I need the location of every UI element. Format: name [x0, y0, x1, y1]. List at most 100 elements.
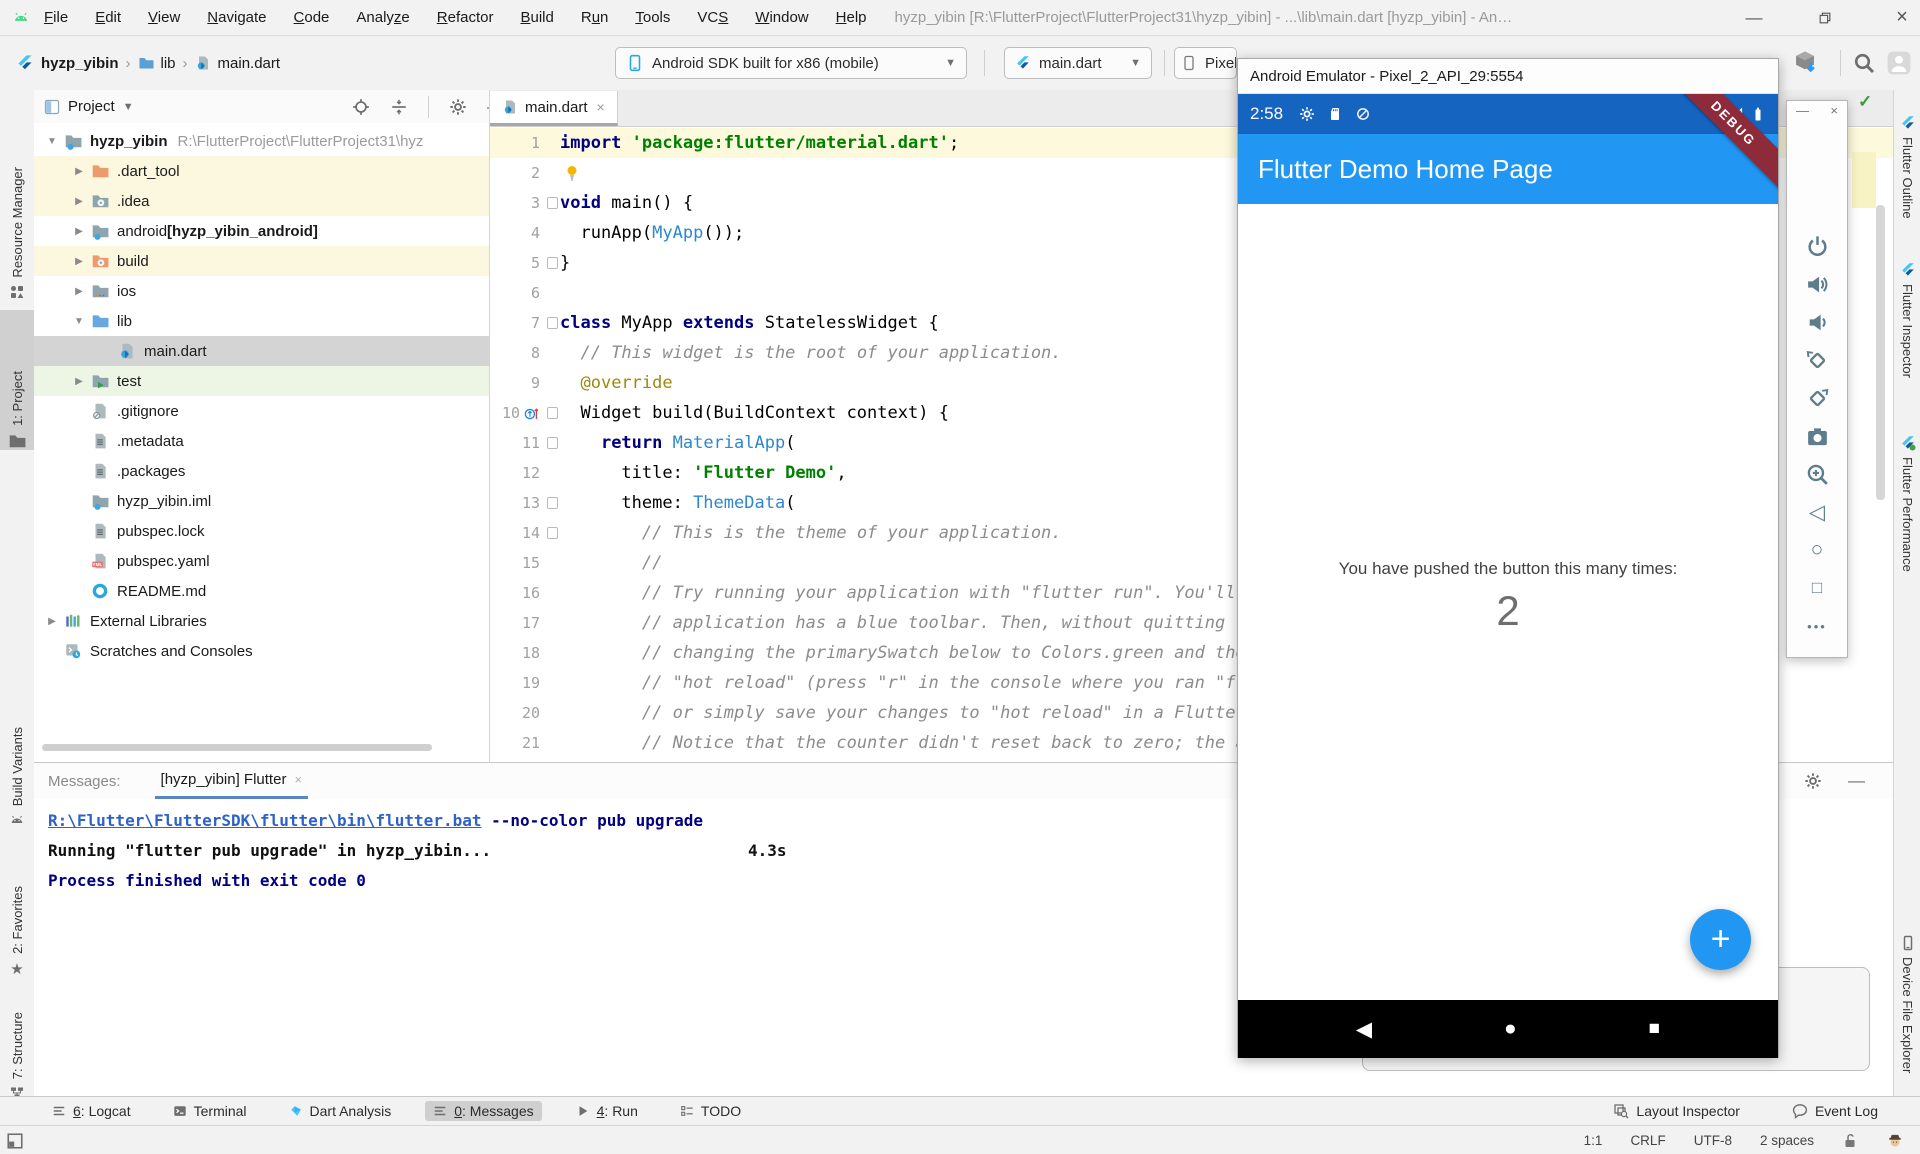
tree-row-test[interactable]: ▶test: [34, 366, 490, 396]
emulator-overview-button[interactable]: □: [1787, 571, 1847, 605]
unlock-icon[interactable]: [1842, 1133, 1858, 1149]
horizontal-scrollbar[interactable]: [42, 744, 432, 751]
chevron-collapsed-icon[interactable]: ▶: [67, 166, 91, 177]
tool-tab-dart-analysis[interactable]: Dart Analysis: [281, 1101, 400, 1121]
chevron-expanded-icon[interactable]: ▼: [67, 316, 91, 327]
breadcrumb-file[interactable]: main.dart: [218, 55, 281, 72]
close-tab-icon[interactable]: ×: [294, 772, 302, 787]
emulator-title-bar[interactable]: Android Emulator - Pixel_2_API_29:5554: [1238, 59, 1778, 94]
tree-row-hyzp-yibin[interactable]: ▼hyzp_yibinR:\FlutterProject\FlutterProj…: [34, 126, 490, 156]
sidebar-item-flutter-performance[interactable]: Flutter Performance: [1894, 435, 1920, 607]
code-fold-marker[interactable]: [544, 437, 560, 449]
menu-code[interactable]: Code: [294, 9, 330, 26]
close-panel-icon[interactable]: ×: [1830, 103, 1838, 118]
tool-tab-4-run[interactable]: 4: Run: [568, 1101, 646, 1121]
code-fold-marker[interactable]: [544, 497, 560, 509]
tree-row-build[interactable]: ▶build: [34, 246, 490, 276]
emulator-home-button[interactable]: ○: [1787, 533, 1847, 567]
tree-row-hyzp-yibin-iml[interactable]: hyzp_yibin.iml: [34, 486, 490, 516]
sidebar-item-device-file-explorer[interactable]: Device File Explorer: [1894, 935, 1920, 1093]
sidebar-item-build-variants[interactable]: Build Variants: [0, 656, 34, 828]
sidebar-item-flutter-outline[interactable]: Flutter Outline: [1894, 115, 1920, 245]
breadcrumb-project[interactable]: hyzp_yibin: [41, 55, 119, 72]
tree-row--dart-tool[interactable]: ▶.dart_tool: [34, 156, 490, 186]
emulator-camera-button[interactable]: [1787, 419, 1847, 453]
override-method-icon[interactable]: [523, 405, 540, 422]
tree-row-pubspec-yaml[interactable]: YMLpubspec.yaml: [34, 546, 490, 576]
tree-row-pubspec-lock[interactable]: pubspec.lock: [34, 516, 490, 546]
sidebar-item-2-favorites[interactable]: 2: Favorites★: [0, 836, 34, 978]
code-fold-marker[interactable]: [544, 527, 560, 539]
menu-view[interactable]: View: [148, 9, 180, 26]
messages-tab[interactable]: [hyzp_yibin] Flutter ×: [155, 763, 308, 799]
menu-edit[interactable]: Edit: [95, 9, 121, 26]
chevron-collapsed-icon[interactable]: ▶: [67, 256, 91, 267]
close-window-icon[interactable]: ×: [1892, 6, 1912, 29]
minimize-panel-icon[interactable]: —: [1796, 103, 1809, 118]
chevron-collapsed-icon[interactable]: ▶: [67, 376, 91, 387]
sidebar-item-resource-manager[interactable]: Resource Manager: [0, 95, 34, 300]
tool-window-switcher-icon[interactable]: [6, 1132, 24, 1150]
tool-tab-todo[interactable]: TODO: [672, 1101, 749, 1121]
tree-row-main-dart[interactable]: main.dart: [34, 336, 490, 366]
maximize-window-icon[interactable]: [1818, 11, 1838, 25]
breadcrumb-lib[interactable]: lib: [161, 55, 176, 72]
menu-refactor[interactable]: Refactor: [437, 9, 494, 26]
chevron-collapsed-icon[interactable]: ▶: [67, 226, 91, 237]
status-1-1[interactable]: 1:1: [1584, 1133, 1603, 1148]
search-icon[interactable]: [1852, 51, 1876, 75]
tree-row--gitignore[interactable]: .gitignore: [34, 396, 490, 426]
menu-analyze[interactable]: Analyze: [356, 9, 409, 26]
code-fold-marker[interactable]: [544, 197, 560, 209]
editor-tab-main-dart[interactable]: main.dart ×: [490, 91, 618, 126]
tree-row--metadata[interactable]: .metadata: [34, 426, 490, 456]
chevron-collapsed-icon[interactable]: ▶: [67, 286, 91, 297]
editor-scrollbar[interactable]: [1876, 205, 1885, 500]
menu-build[interactable]: Build: [520, 9, 553, 26]
tool-tab-terminal[interactable]: Terminal: [165, 1101, 255, 1121]
profile-avatar[interactable]: [1886, 50, 1912, 76]
emulator-back-button[interactable]: ◁: [1787, 495, 1847, 529]
chevron-down-icon[interactable]: ▼: [123, 101, 134, 113]
device-selector[interactable]: Android SDK built for x86 (mobile) ▼: [615, 47, 967, 79]
tool-tab-6-logcat[interactable]: 6: Logcat: [44, 1101, 139, 1121]
code-fold-marker[interactable]: [544, 317, 560, 329]
code-fold-marker[interactable]: [544, 257, 560, 269]
emulator-rotate-left-button[interactable]: [1787, 343, 1847, 377]
menu-navigate[interactable]: Navigate: [207, 9, 266, 26]
emulator-more-button[interactable]: •••: [1787, 609, 1847, 643]
nav-home-button[interactable]: ●: [1504, 1017, 1517, 1041]
emulator-volume-up-button[interactable]: [1787, 267, 1847, 301]
tree-row-scratches-and-consoles[interactable]: Scratches and Consoles: [34, 636, 490, 666]
sidebar-item-7-structure[interactable]: 7: Structure: [0, 983, 34, 1096]
tree-row-android[interactable]: ▶android [hyzp_yibin_android]: [34, 216, 490, 246]
emulator-volume-down-button[interactable]: [1787, 305, 1847, 339]
minimize-window-icon[interactable]: —: [1744, 8, 1764, 28]
tree-row-ios[interactable]: ▶ios: [34, 276, 490, 306]
status-2-spaces[interactable]: 2 spaces: [1760, 1133, 1814, 1148]
emulator-screen[interactable]: 2:58 Flutter Demo Home Page You have pus…: [1238, 94, 1778, 1058]
menu-tools[interactable]: Tools: [635, 9, 670, 26]
intention-bulb-icon[interactable]: [564, 164, 580, 182]
nav-back-button[interactable]: ◀: [1356, 1017, 1372, 1042]
run-config-selector[interactable]: main.dart ▼: [1004, 47, 1152, 79]
tree-row--packages[interactable]: .packages: [34, 456, 490, 486]
tree-row-readme-md[interactable]: README.md: [34, 576, 490, 606]
status-utf-8[interactable]: UTF-8: [1694, 1133, 1732, 1148]
menu-window[interactable]: Window: [755, 9, 808, 26]
menu-vcs[interactable]: VCS: [697, 9, 728, 26]
gear-icon[interactable]: [449, 98, 467, 116]
tool-tab-event-log[interactable]: Event Log: [1784, 1101, 1886, 1121]
chevron-expanded-icon[interactable]: ▼: [40, 136, 64, 147]
sidebar-item-1-project[interactable]: 1: Project: [0, 310, 34, 450]
emulator-power-button[interactable]: [1787, 229, 1847, 263]
close-tab-icon[interactable]: ×: [597, 99, 605, 115]
chevron-collapsed-icon[interactable]: ▶: [67, 196, 91, 207]
gear-icon[interactable]: [1804, 772, 1822, 790]
project-panel-title[interactable]: Project: [68, 98, 115, 115]
locate-file-icon[interactable]: [352, 98, 370, 116]
tool-tab-0-messages[interactable]: 0: Messages: [425, 1101, 541, 1121]
console-link[interactable]: R:\Flutter\FlutterSDK\flutter\bin\flutte…: [48, 811, 481, 830]
menu-help[interactable]: Help: [836, 9, 867, 26]
hide-panel-icon[interactable]: —: [1848, 771, 1865, 791]
